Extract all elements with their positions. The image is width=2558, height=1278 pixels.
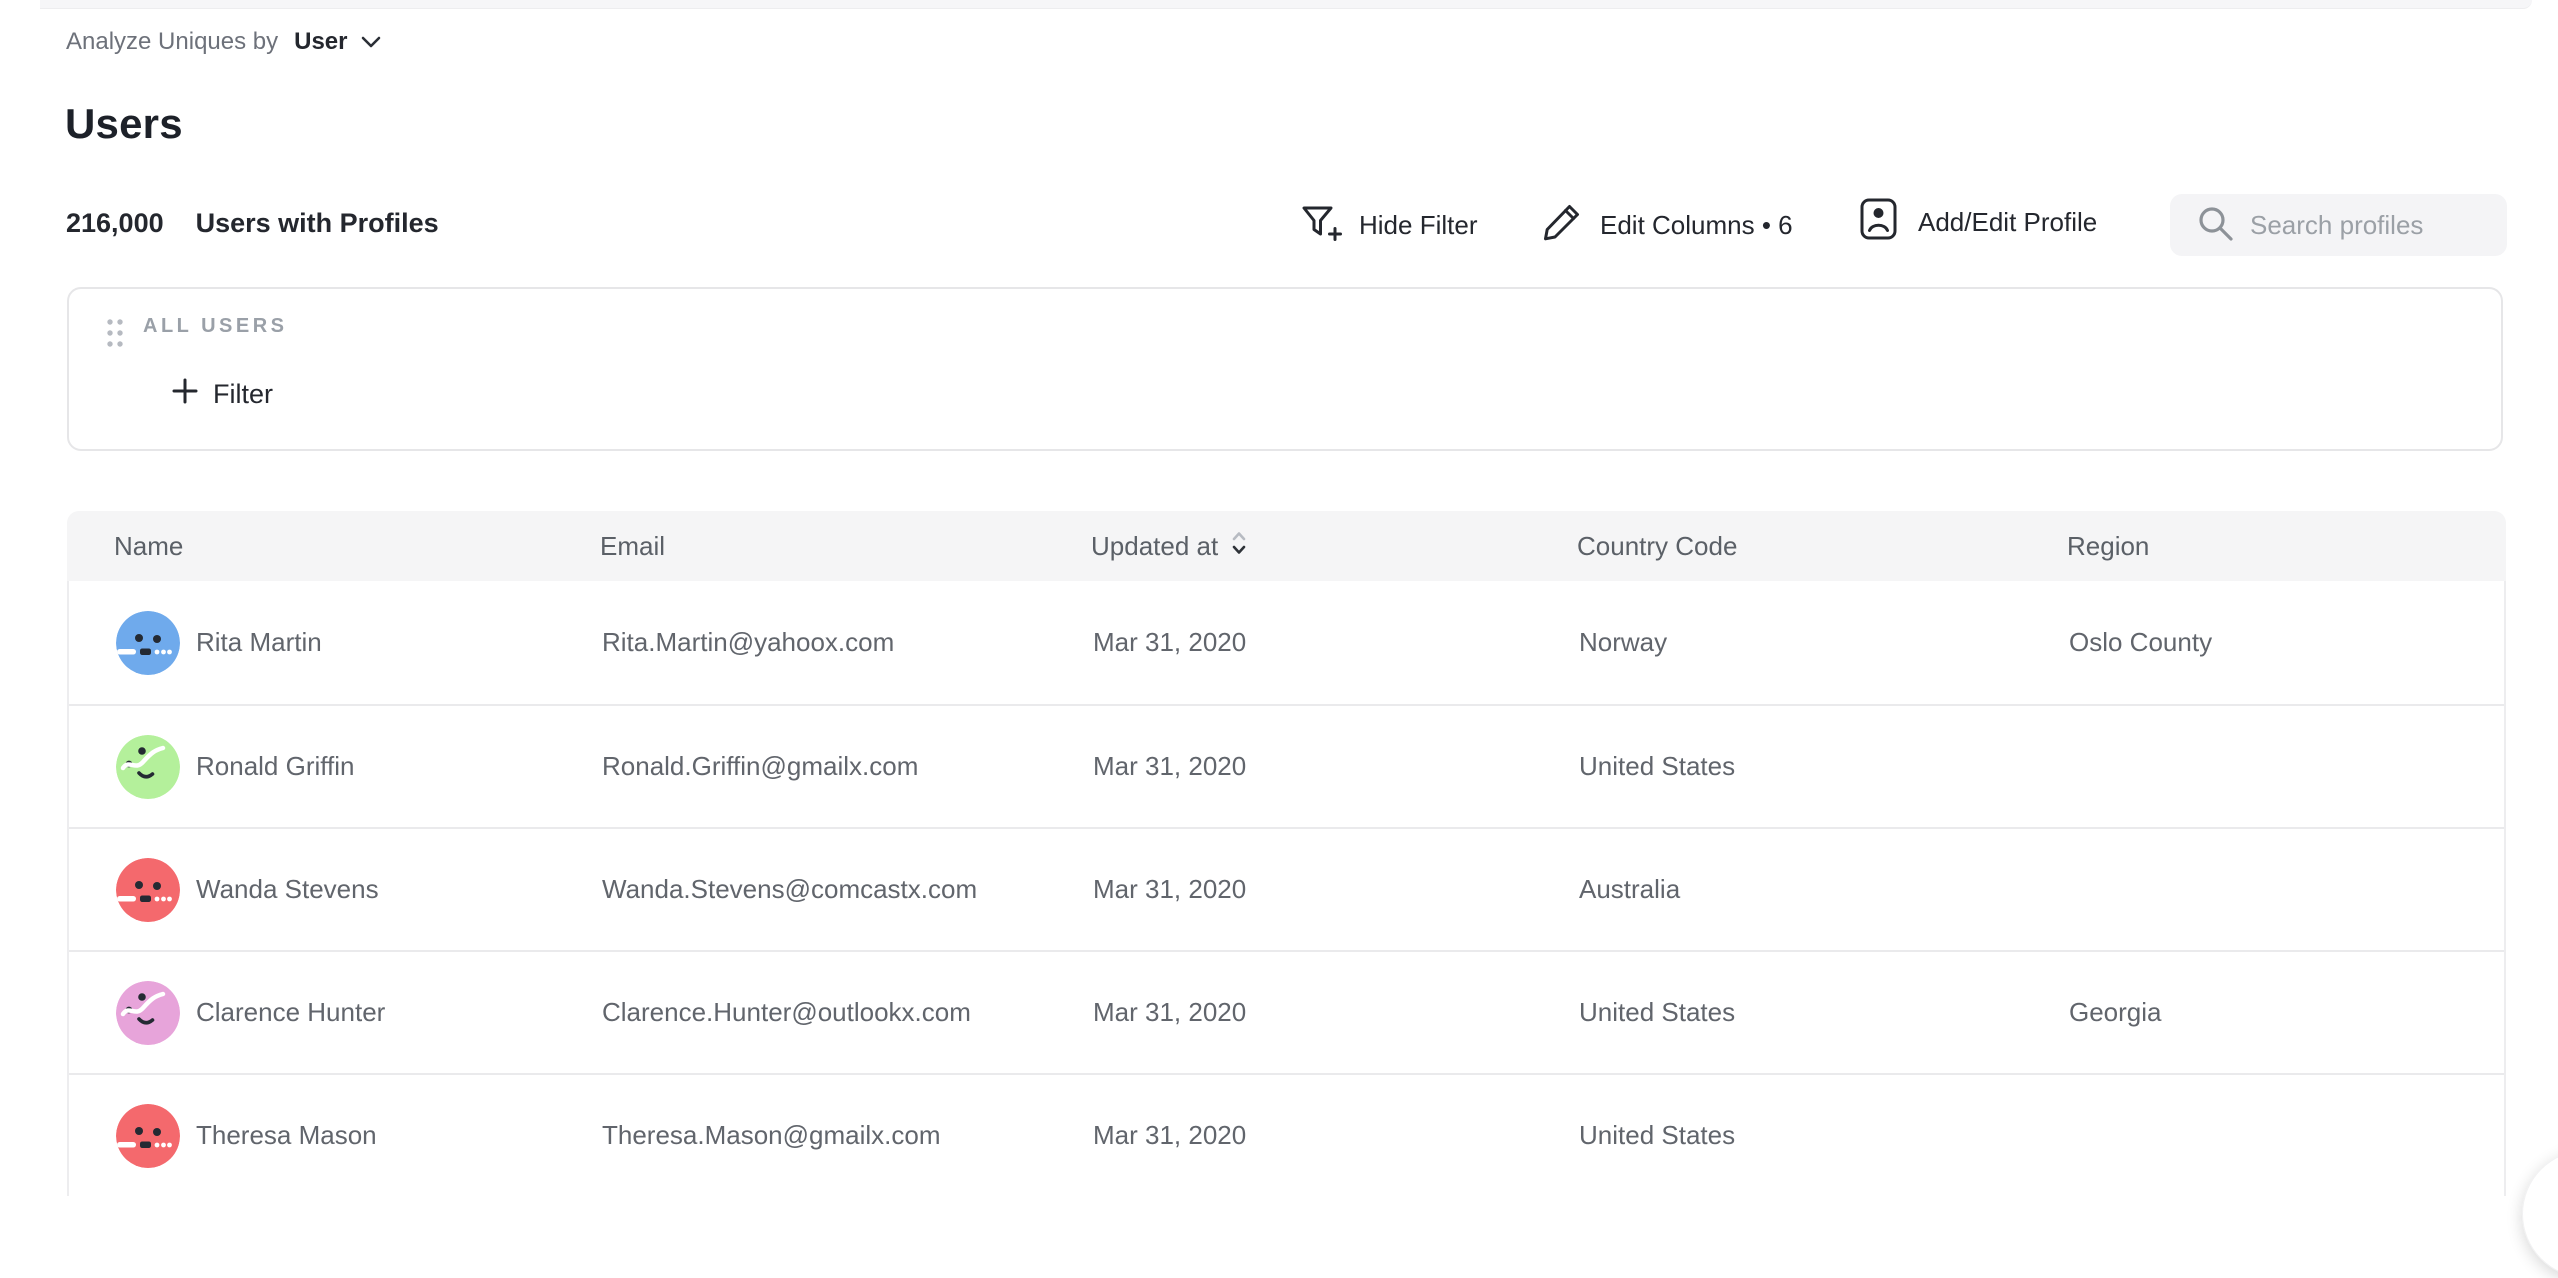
edit-columns-label: Edit Columns • 6 <box>1600 210 1793 241</box>
analyze-uniques-label: Analyze Uniques by <box>66 28 278 56</box>
name-cell: Wanda Stevens <box>116 858 602 922</box>
search-profiles-input[interactable] <box>2236 210 2507 241</box>
top-edge-strip <box>40 0 2532 9</box>
user-name: Ronald Griffin <box>196 751 355 782</box>
analyze-by-value: User <box>294 28 347 56</box>
name-cell: Rita Martin <box>116 611 602 675</box>
avatar <box>116 735 180 799</box>
user-email: Rita.Martin@yahoox.com <box>602 627 1093 658</box>
sort-icon <box>1230 529 1248 564</box>
user-email: Clarence.Hunter@outlookx.com <box>602 997 1093 1028</box>
user-name: Clarence Hunter <box>196 997 385 1028</box>
name-cell: Theresa Mason <box>116 1104 602 1168</box>
user-country-code: Norway <box>1579 627 2069 658</box>
filter-panel: ALL USERS Filter <box>67 287 2503 451</box>
analyze-uniques-row: Analyze Uniques by User <box>66 28 382 56</box>
user-updated-at: Mar 31, 2020 <box>1093 627 1579 658</box>
table-row[interactable]: Ronald Griffin Ronald.Griffin@gmailx.com… <box>69 704 2504 827</box>
column-header-updated-at[interactable]: Updated at <box>1091 529 1577 564</box>
add-filter-button[interactable]: Filter <box>165 371 279 418</box>
user-country-code: United States <box>1579 751 2069 782</box>
user-country-code: Australia <box>1579 874 2069 905</box>
user-updated-at: Mar 31, 2020 <box>1093 1120 1579 1151</box>
profiles-count: 216,000 <box>66 208 164 239</box>
add-edit-profile-label: Add/Edit Profile <box>1918 207 2097 238</box>
search-profiles-box[interactable] <box>2170 194 2507 256</box>
table-body: Rita Martin Rita.Martin@yahoox.com Mar 3… <box>67 581 2506 1196</box>
user-region: Oslo County <box>2069 627 2504 658</box>
hide-filter-label: Hide Filter <box>1359 210 1477 241</box>
avatar <box>116 1104 180 1168</box>
analyze-by-selector[interactable]: User <box>294 28 381 56</box>
column-header-name[interactable]: Name <box>114 531 600 562</box>
page-title: Users <box>65 100 183 148</box>
column-header-region[interactable]: Region <box>2067 531 2506 562</box>
table-header: Name Email Updated at Country Code Regio… <box>67 511 2506 581</box>
profiles-count-row: 216,000 Users with Profiles <box>66 208 439 239</box>
user-name: Theresa Mason <box>196 1120 377 1151</box>
hide-filter-button[interactable]: Hide Filter <box>1297 199 1477 251</box>
pencil-icon <box>1540 200 1584 251</box>
avatar <box>116 981 180 1045</box>
table-row[interactable]: Rita Martin Rita.Martin@yahoox.com Mar 3… <box>69 581 2504 704</box>
help-bubble-button[interactable] <box>2522 1150 2558 1278</box>
user-name: Rita Martin <box>196 627 322 658</box>
funnel-plus-icon <box>1297 199 1343 252</box>
user-email: Theresa.Mason@gmailx.com <box>602 1120 1093 1151</box>
user-updated-at: Mar 31, 2020 <box>1093 874 1579 905</box>
profile-card-icon <box>1856 196 1902 249</box>
column-header-email[interactable]: Email <box>600 531 1091 562</box>
add-filter-label: Filter <box>213 379 273 410</box>
edit-columns-button[interactable]: Edit Columns • 6 <box>1540 199 1793 251</box>
add-edit-profile-button[interactable]: Add/Edit Profile <box>1856 196 2097 248</box>
profiles-count-label: Users with Profiles <box>196 208 439 239</box>
plus-icon <box>171 377 199 412</box>
table-row[interactable]: Theresa Mason Theresa.Mason@gmailx.com M… <box>69 1073 2504 1196</box>
user-country-code: United States <box>1579 997 2069 1028</box>
chevron-down-icon <box>360 28 382 56</box>
user-updated-at: Mar 31, 2020 <box>1093 997 1579 1028</box>
user-region: Georgia <box>2069 997 2504 1028</box>
user-email: Ronald.Griffin@gmailx.com <box>602 751 1093 782</box>
user-country-code: United States <box>1579 1120 2069 1151</box>
column-header-country-code[interactable]: Country Code <box>1577 531 2067 562</box>
avatar <box>116 611 180 675</box>
user-updated-at: Mar 31, 2020 <box>1093 751 1579 782</box>
all-users-group-label: ALL USERS <box>143 315 287 338</box>
table-row[interactable]: Wanda Stevens Wanda.Stevens@comcastx.com… <box>69 827 2504 950</box>
search-icon <box>2194 202 2236 249</box>
name-cell: Ronald Griffin <box>116 735 602 799</box>
user-name: Wanda Stevens <box>196 874 379 905</box>
name-cell: Clarence Hunter <box>116 981 602 1045</box>
drag-handle-icon[interactable] <box>101 313 129 358</box>
users-table: Name Email Updated at Country Code Regio… <box>67 511 2506 1196</box>
table-row[interactable]: Clarence Hunter Clarence.Hunter@outlookx… <box>69 950 2504 1073</box>
avatar <box>116 858 180 922</box>
user-email: Wanda.Stevens@comcastx.com <box>602 874 1093 905</box>
